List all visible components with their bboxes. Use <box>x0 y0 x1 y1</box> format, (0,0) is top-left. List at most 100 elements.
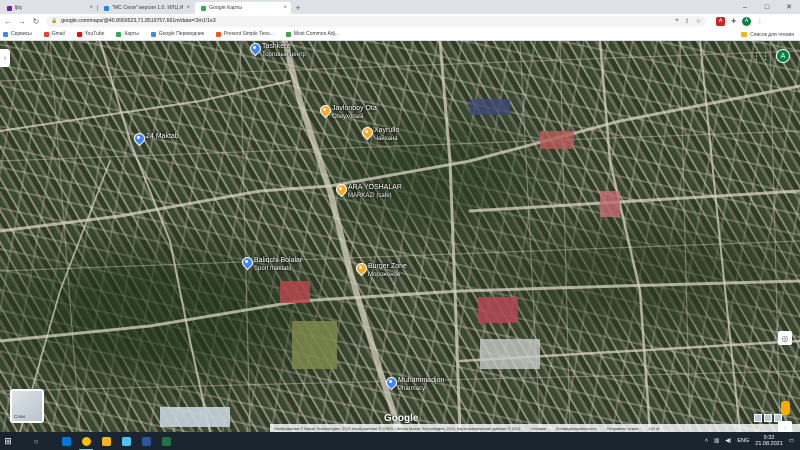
windows-start-icon[interactable]: ⊞ <box>0 432 16 450</box>
school-pin-icon <box>242 257 251 268</box>
feedback-link[interactable]: Отправить отзыв <box>607 426 639 431</box>
lock-icon[interactable]: 🔒 <box>51 18 57 24</box>
terms-link[interactable]: Условия <box>531 426 546 431</box>
site-icon <box>285 31 291 37</box>
browser-toolbar: ← → ↻ 🔒 google.com/maps/@40.8959523,71.8… <box>0 14 800 28</box>
google-apps-icon[interactable]: ⋮⋮ <box>752 51 770 62</box>
satellite-map[interactable]: › Tashkent Торговый центр 24 Maktab Javlo… <box>0 41 800 432</box>
bookmark-translate[interactable]: Google Переводчик <box>150 31 204 37</box>
volume-icon[interactable]: ◀) <box>725 438 731 444</box>
close-icon[interactable]: × <box>283 5 287 11</box>
cafe-pin-icon <box>336 184 345 195</box>
restaurant-pin-icon <box>362 127 371 138</box>
folder-icon <box>741 32 748 37</box>
place-marker[interactable]: Baliqchi Bolalar Sport maktabi <box>242 257 302 273</box>
word-icon <box>141 436 151 446</box>
puzzle-icon[interactable]: ✚ <box>731 18 736 25</box>
tab-2[interactable]: Google Карты × <box>195 2 291 14</box>
bookmark-youtube[interactable]: YouTube <box>76 31 104 37</box>
restaurant-pin-icon <box>320 105 329 116</box>
close-icon[interactable]: × <box>186 5 190 11</box>
account-avatar[interactable]: A <box>776 49 790 63</box>
place-marker[interactable]: Tashkent Торговый центр <box>250 43 306 59</box>
tab-label: "МС Сели" версия 1.0. ИЛЦ Ин <box>112 5 184 11</box>
thumbnail[interactable] <box>764 414 772 422</box>
reading-list-button[interactable]: Список для чтения <box>741 28 794 41</box>
chevron-up-icon[interactable]: ˄ <box>705 438 708 444</box>
maps-icon <box>116 31 122 37</box>
url-text[interactable]: google.com/maps/@40.8959523,71.8519757,6… <box>61 18 675 24</box>
bookmark-gmail[interactable]: Gmail <box>43 31 65 37</box>
back-arrow-icon[interactable]: ← <box>2 15 14 27</box>
translate-icon <box>150 31 156 37</box>
reload-icon[interactable]: ↻ <box>30 15 42 27</box>
close-window-button[interactable]: ✕ <box>778 0 800 14</box>
share-icon[interactable]: ⇪ <box>685 18 690 25</box>
search-icon[interactable]: ○ <box>16 432 56 450</box>
compass-icon[interactable]: ◎ <box>778 331 792 345</box>
tab-favicon-icon <box>7 5 12 11</box>
taskbar-mail[interactable] <box>116 432 136 450</box>
minimize-button[interactable]: – <box>734 0 756 14</box>
privacy-link[interactable]: Конфиденциальность <box>556 426 597 431</box>
layers-button[interactable]: Слои <box>10 389 44 423</box>
kebab-menu-icon[interactable]: ⋮ <box>757 18 763 25</box>
thumbnail[interactable] <box>754 414 762 422</box>
window-controls: – □ ✕ <box>734 0 800 14</box>
location-icon[interactable]: ⌖ <box>675 18 678 25</box>
road-network <box>0 41 800 432</box>
taskbar-word[interactable] <box>136 432 156 450</box>
taskbar-explorer[interactable] <box>96 432 116 450</box>
layers-label: Слои <box>14 414 25 419</box>
chrome-icon <box>81 436 91 446</box>
place-marker[interactable]: Burger Zone Мороженое <box>356 263 407 279</box>
edge-icon <box>61 436 71 446</box>
pegman-icon[interactable] <box>780 401 790 415</box>
bookmark-star-icon[interactable]: ☆ <box>696 18 701 25</box>
new-tab-button[interactable]: + <box>293 2 303 14</box>
bookmark-common-adj[interactable]: Most Common Adj... <box>285 31 339 37</box>
forward-arrow-icon[interactable]: → <box>16 15 28 27</box>
place-marker[interactable]: Xayrullo Чайхана <box>362 127 399 143</box>
tab-strip: ljtq × "МС Сели" версия 1.0. ИЛЦ Ин × Go… <box>0 0 800 14</box>
system-tray: ˄ ▥ ◀) ENG 9:32 21.08.2021 ▭ <box>705 432 794 450</box>
map-pin-icon <box>250 43 259 54</box>
profile-avatar[interactable]: A <box>742 16 752 26</box>
place-marker[interactable]: 24 Maktab <box>134 133 179 144</box>
place-marker[interactable]: Muhammadjon Pharmacy <box>386 377 444 393</box>
clock[interactable]: 9:32 21.08.2021 <box>755 435 783 447</box>
tab-favicon-icon <box>104 5 109 11</box>
scale-bar[interactable]: 100 м <box>648 426 659 431</box>
tab-0[interactable]: ljtq × <box>1 2 98 14</box>
taskbar-edge[interactable] <box>56 432 76 450</box>
place-marker[interactable]: Javlonboy Ota Choyxonasi <box>320 105 377 121</box>
maximize-button[interactable]: □ <box>756 0 778 14</box>
mail-icon <box>121 436 131 446</box>
close-icon[interactable]: × <box>89 5 93 11</box>
notifications-icon[interactable]: ▭ <box>789 438 794 444</box>
tab-label: Google Карты <box>209 5 242 11</box>
youtube-icon <box>76 31 82 37</box>
tab-1[interactable]: "МС Сели" версия 1.0. ИЛЦ Ин × <box>98 2 194 14</box>
excel-icon <box>161 436 171 446</box>
imagery-thumbnails[interactable] <box>754 414 782 422</box>
site-icon <box>215 31 221 37</box>
pharmacy-pin-icon <box>386 377 395 388</box>
language-indicator[interactable]: ENG <box>737 438 749 444</box>
windows-taskbar: ⊞ ○ ˄ ▥ ◀) ENG 9:32 21.08.2021 ▭ <box>0 432 800 450</box>
thumbnail[interactable] <box>774 414 782 422</box>
extension-icon[interactable]: A <box>716 16 725 26</box>
taskbar-chrome[interactable] <box>76 432 96 450</box>
bookmarks-bar: Сервисы Gmail YouTube Карты Google Перев… <box>0 28 800 41</box>
bookmark-maps[interactable]: Карты <box>116 31 139 37</box>
network-icon[interactable]: ▥ <box>714 438 719 444</box>
taskbar-excel[interactable] <box>156 432 176 450</box>
side-panel-toggle[interactable]: › <box>0 49 10 67</box>
bookmark-present-simple[interactable]: Present Simple Tens... <box>215 31 274 37</box>
address-bar[interactable]: 🔒 google.com/maps/@40.8959523,71.8519757… <box>46 15 706 27</box>
place-marker[interactable]: ARA YOSHALAR MARKAZI (cafe) <box>336 184 402 200</box>
google-logo: Google <box>384 413 419 424</box>
map-pin-icon <box>134 133 143 144</box>
apps-grid-icon <box>3 31 8 37</box>
bookmark-services[interactable]: Сервисы <box>3 31 32 37</box>
